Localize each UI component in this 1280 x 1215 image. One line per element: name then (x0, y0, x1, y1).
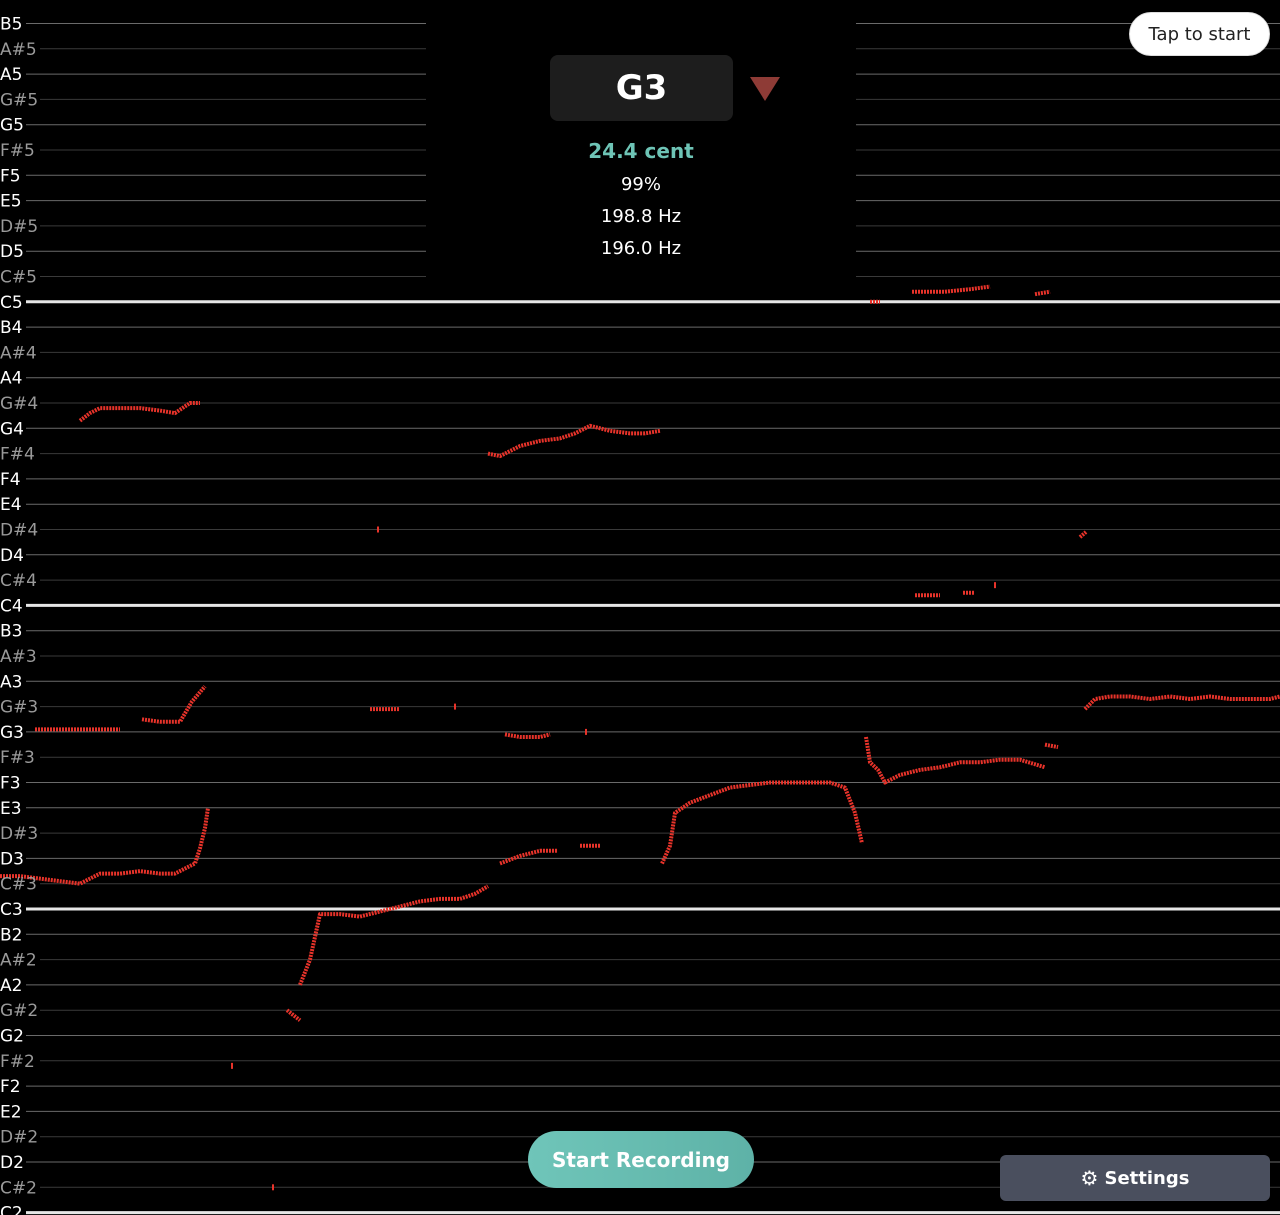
pitch-trace-segment (864, 736, 1046, 785)
note-label-a4: A4 (0, 369, 22, 389)
note-label-c3: C3 (0, 900, 23, 920)
detected-note: G3 (550, 55, 733, 121)
settings-label: Settings (1104, 1167, 1190, 1189)
start-recording-button[interactable]: Start Recording (528, 1131, 754, 1188)
pitch-trace-dot (454, 703, 456, 710)
pitch-trace-segment (1044, 742, 1059, 750)
note-label-fsharp4: F#4 (0, 445, 35, 465)
note-label-gsharp5: G#5 (0, 90, 38, 110)
note-label-csharp2: C#2 (0, 1178, 37, 1198)
note-label-f5: F5 (0, 166, 21, 186)
note-label-dsharp5: D#5 (0, 217, 38, 237)
note-label-g3: G3 (0, 723, 24, 743)
note-label-gsharp3: G#3 (0, 698, 38, 718)
pitch-trace-dot (377, 526, 379, 533)
note-label-asharp3: A#3 (0, 647, 37, 667)
pitch-trace-segment (499, 848, 558, 866)
note-label-a2: A2 (0, 976, 22, 996)
note-label-c5: C5 (0, 293, 23, 313)
note-label-d3: D3 (0, 849, 24, 869)
cent-deviation: 24.4 cent (588, 139, 694, 163)
pitch-trace-dot (585, 728, 587, 735)
note-label-gsharp2: G#2 (0, 1001, 38, 1021)
note-label-b3: B3 (0, 622, 22, 642)
note-label-g5: G5 (0, 116, 24, 136)
pitch-trace-segment (660, 780, 864, 865)
note-label-e3: E3 (0, 799, 22, 819)
note-label-d2: D2 (0, 1153, 24, 1173)
note-label-dsharp3: D#3 (0, 824, 38, 844)
note-label-e5: E5 (0, 192, 22, 212)
note-label-d5: D5 (0, 242, 24, 262)
note-label-e4: E4 (0, 495, 22, 515)
note-label-b4: B4 (0, 318, 22, 338)
target-frequency: 196.0 Hz (600, 238, 682, 259)
note-label-csharp4: C#4 (0, 571, 37, 591)
pitch-trace-segment (1078, 530, 1088, 539)
note-label-csharp5: C#5 (0, 268, 37, 288)
pitch-trace-segment (285, 1008, 302, 1022)
note-label-f4: F4 (0, 470, 21, 490)
pitch-trace-segment (1034, 289, 1051, 297)
note-label-e2: E2 (0, 1102, 22, 1122)
note-label-asharp2: A#2 (0, 951, 37, 971)
pitch-trace-segment (912, 284, 991, 294)
note-label-dsharp2: D#2 (0, 1128, 38, 1148)
note-label-g4: G4 (0, 419, 24, 439)
note-label-fsharp3: F#3 (0, 748, 35, 768)
note-label-f2: F2 (0, 1077, 21, 1097)
note-label-c2: C2 (0, 1204, 23, 1215)
gear-icon: ⚙ (1080, 1166, 1099, 1190)
note-label-c4: C4 (0, 596, 23, 616)
confidence-value: 99% (620, 174, 661, 195)
pitch-trace-dot (994, 582, 996, 589)
note-label-d4: D4 (0, 546, 24, 566)
note-label-g2: G2 (0, 1027, 24, 1047)
pitch-trace-segment (0, 807, 210, 886)
tap-to-start-button[interactable]: Tap to start (1129, 12, 1270, 56)
pitch-graph-screen: B5 A#5 A5 G#5 G5 F#5 F5 E5 D#5 D5 C#5 C5 B4 A#4 A4 G#4 G… (0, 0, 1280, 1215)
note-label-fsharp5: F#5 (0, 141, 35, 161)
pitch-trace-segment (504, 732, 551, 739)
pitch-trace-segment (78, 401, 200, 423)
note-label-asharp5: A#5 (0, 40, 37, 60)
note-label-b5: B5 (0, 15, 22, 35)
note-label-fsharp2: F#2 (0, 1052, 35, 1072)
pitch-trace-segment (487, 423, 661, 459)
detected-frequency: 198.8 Hz (600, 206, 682, 227)
pitch-trace-dot (272, 1184, 274, 1191)
note-label-b2: B2 (0, 925, 22, 945)
note-label-csharp3: C#3 (0, 875, 37, 895)
down-triangle-icon (750, 77, 780, 101)
pitch-trace-segment (1083, 694, 1280, 711)
note-label-gsharp4: G#4 (0, 394, 38, 414)
note-label-dsharp4: D#4 (0, 521, 38, 541)
note-label-f3: F3 (0, 774, 21, 794)
note-label-a3: A3 (0, 672, 22, 692)
pitch-trace-dot (231, 1062, 233, 1069)
note-label-asharp4: A#4 (0, 343, 37, 363)
settings-button[interactable]: ⚙ Settings (1000, 1155, 1270, 1201)
pitch-trace-segment (141, 685, 207, 724)
pitch-trace-segment (298, 884, 490, 986)
note-label-a5: A5 (0, 65, 22, 85)
